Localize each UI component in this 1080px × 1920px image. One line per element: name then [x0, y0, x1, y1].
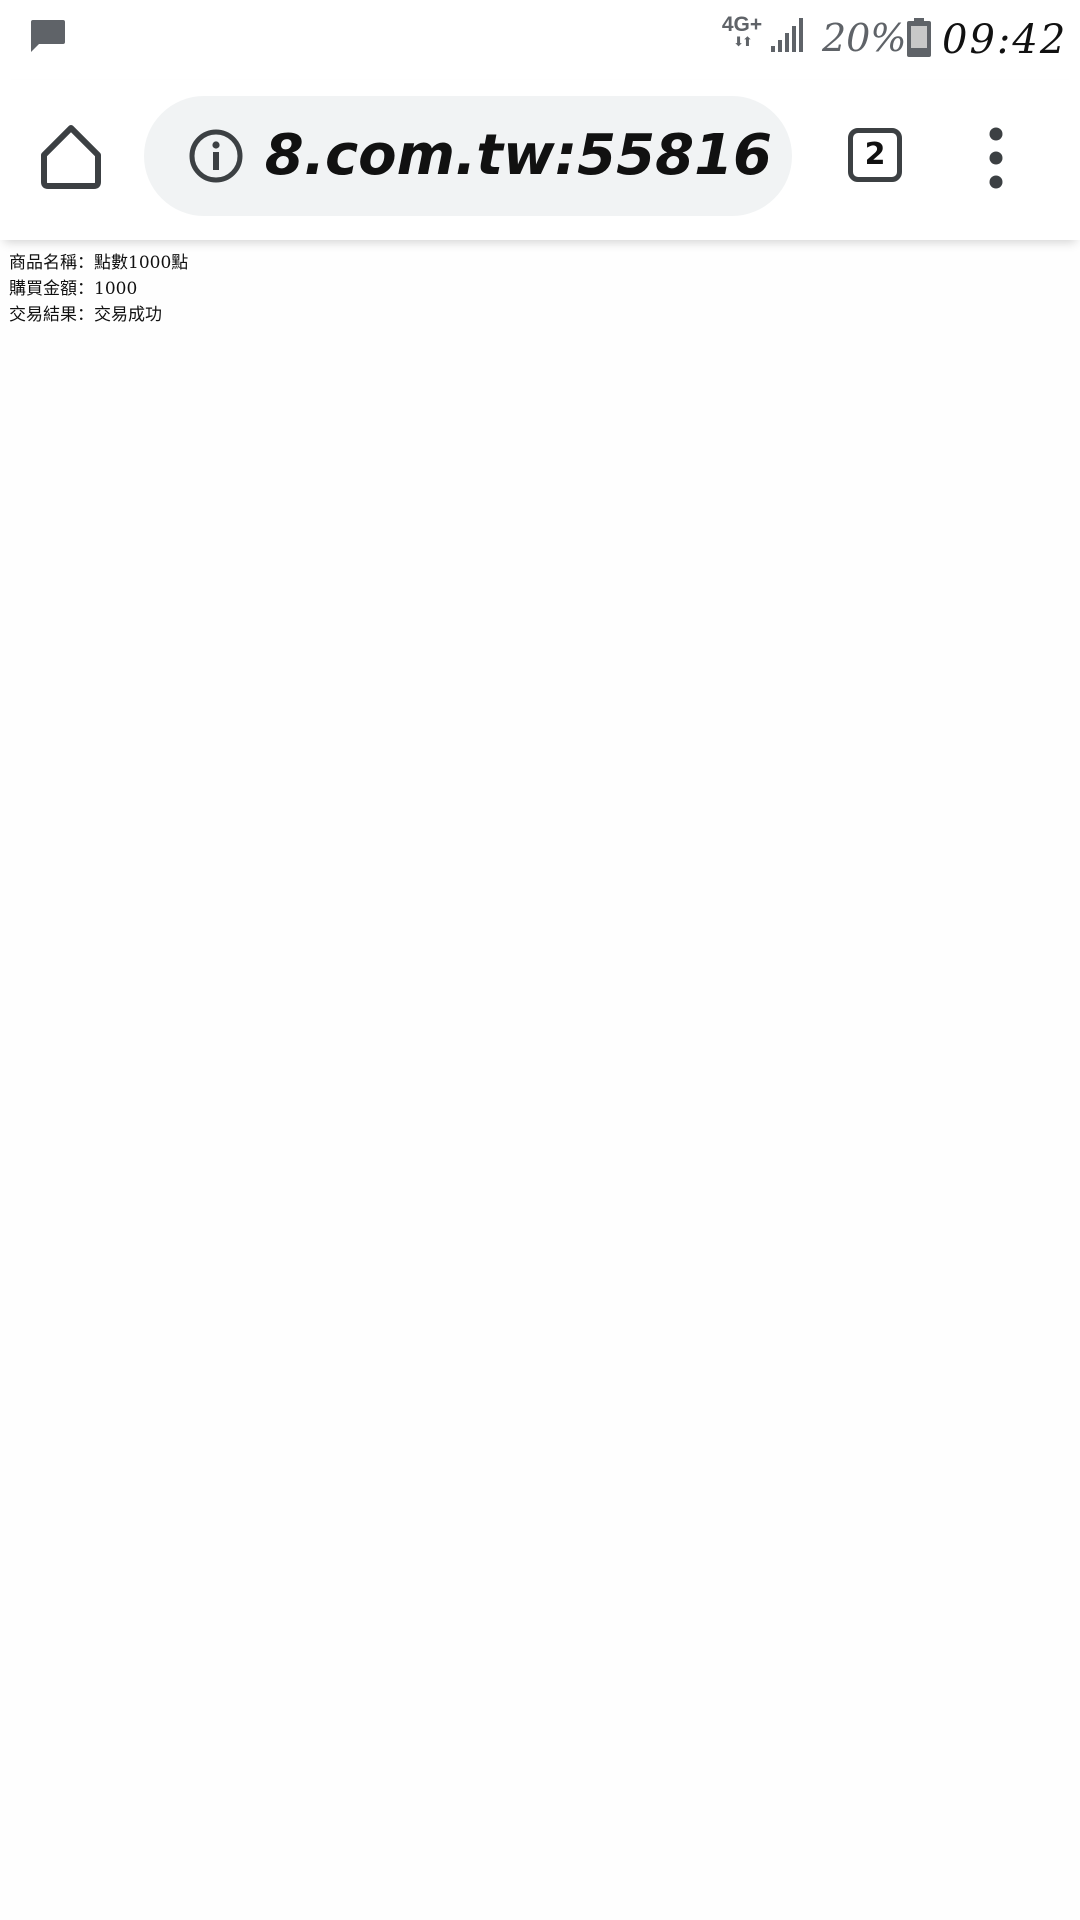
network-type-indicator: 4G+ ⬇⬆: [720, 14, 764, 56]
home-icon[interactable]: [38, 124, 104, 190]
product-name-value: 點數1000點: [94, 253, 189, 273]
url-viewport: 3168.com.tw:55816: [266, 96, 772, 216]
network-type-label: 4G+: [721, 13, 763, 36]
status-bar: 4G+ ⬇⬆ 20% 09:42: [0, 0, 1080, 80]
purchase-amount-label: 購買金額：: [9, 279, 94, 299]
clock: 09:42: [942, 17, 1068, 63]
message-icon: [31, 20, 65, 52]
product-name-line: 商品名稱：點數1000點: [9, 250, 188, 276]
transaction-status-line: 交易結果：交易成功: [9, 302, 188, 328]
browser-toolbar: 3168.com.tw:55816 2: [0, 80, 1080, 240]
transaction-result: 商品名稱：點數1000點 購買金額：1000 交易結果：交易成功: [9, 250, 188, 328]
purchase-amount-value: 1000: [94, 279, 138, 299]
cell-signal-icon: [771, 18, 803, 52]
page-content: 商品名稱：點數1000點 購買金額：1000 交易結果：交易成功: [0, 240, 1080, 1920]
address-bar[interactable]: 3168.com.tw:55816: [144, 96, 792, 216]
battery-icon: [907, 18, 931, 57]
data-activity-arrows: ⬇⬆: [733, 35, 753, 50]
url-text[interactable]: 3168.com.tw:55816: [266, 96, 772, 216]
product-name-label: 商品名稱：: [9, 253, 94, 273]
transaction-status-value: 交易成功: [94, 305, 162, 325]
battery-percent: 20%: [822, 16, 907, 60]
tab-switcher-button[interactable]: 2: [848, 128, 902, 182]
more-vertical-icon[interactable]: [972, 124, 1020, 192]
purchase-amount-line: 購買金額：1000: [9, 276, 188, 302]
transaction-status-label: 交易結果：: [9, 305, 94, 325]
info-icon[interactable]: [188, 128, 244, 184]
